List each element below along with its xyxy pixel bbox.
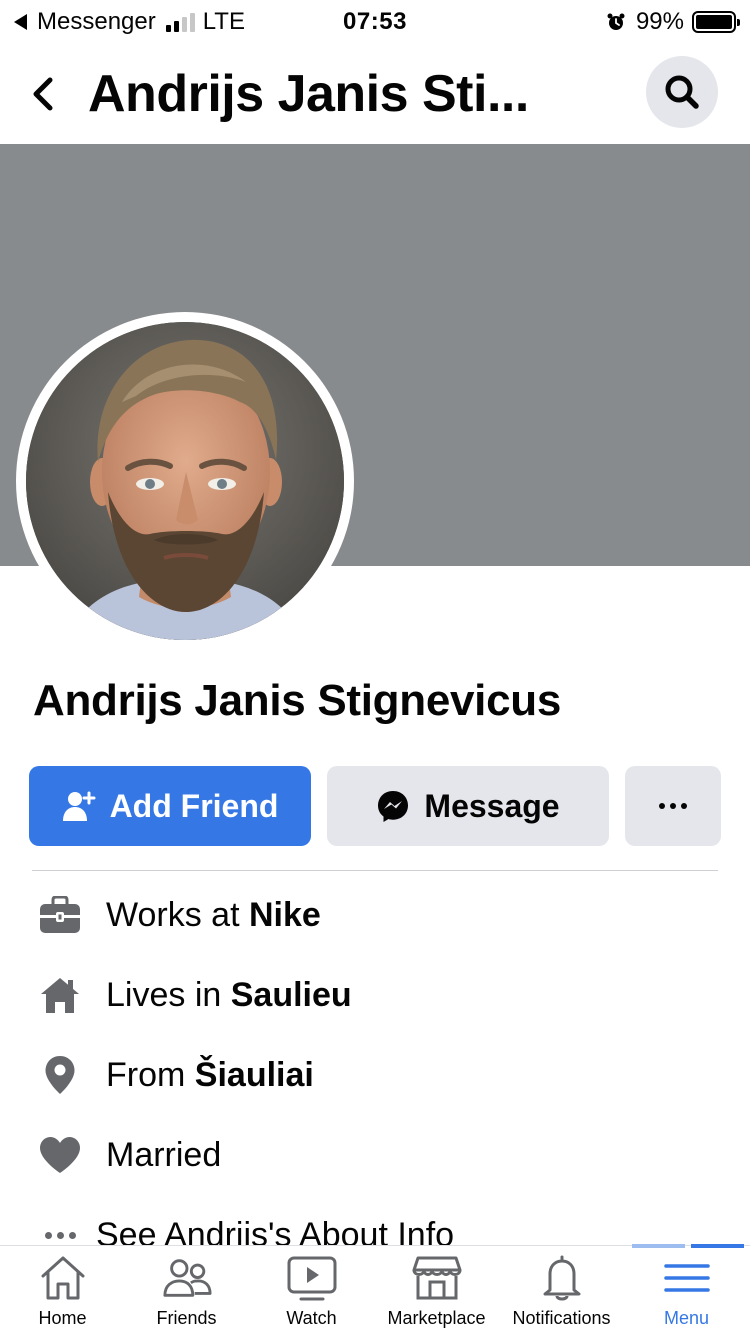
ellipsis-icon (659, 803, 687, 809)
tab-friends[interactable]: Friends (124, 1254, 249, 1334)
friends-icon (162, 1254, 212, 1302)
intro-text-lives: Lives in Saulieu (106, 975, 352, 1014)
status-bar: Messenger LTE 07:53 99% (0, 0, 750, 42)
bell-icon (537, 1254, 587, 1302)
more-options-button[interactable] (625, 766, 721, 846)
tab-notifications[interactable]: Notifications (499, 1254, 624, 1334)
tab-home[interactable]: Home (0, 1254, 125, 1334)
add-friend-icon (62, 791, 96, 821)
add-friend-label: Add Friend (109, 787, 279, 824)
tab-label-friends: Friends (156, 1308, 217, 1328)
message-label: Message (424, 787, 560, 824)
tab-marketplace[interactable]: Marketplace (374, 1254, 499, 1334)
bottom-tab-bar: Home Friends Watch Marketplace Notificat… (0, 1244, 750, 1334)
tab-label-menu: Menu (663, 1308, 710, 1328)
intro-item-work[interactable]: Works at Nike (0, 875, 750, 955)
active-tab-indicator (632, 1244, 744, 1248)
tab-label-notifications: Notifications (512, 1308, 611, 1328)
intro-item-relationship[interactable]: Married (0, 1115, 750, 1195)
battery-icon (692, 11, 740, 33)
intro-text-relationship: Married (106, 1135, 222, 1174)
tab-label-watch: Watch (286, 1308, 337, 1328)
search-icon (665, 75, 699, 109)
intro-item-from[interactable]: From Šiauliai (0, 1035, 750, 1115)
avatar (26, 322, 344, 640)
heart-icon (38, 1133, 82, 1177)
location-pin-icon (38, 1053, 82, 1097)
header-title: Andrijs Janis Sti... (88, 65, 529, 123)
tab-watch[interactable]: Watch (249, 1254, 374, 1334)
profile-picture[interactable] (16, 312, 354, 650)
search-button[interactable] (646, 56, 718, 128)
intro-item-lives[interactable]: Lives in Saulieu (0, 955, 750, 1035)
intro-text-from: From Šiauliai (106, 1055, 314, 1094)
profile-photo (26, 322, 344, 640)
status-bar-right: 99% (606, 8, 740, 36)
briefcase-icon (38, 893, 82, 937)
alarm-icon (607, 13, 625, 30)
menu-icon (662, 1254, 712, 1302)
divider (32, 870, 718, 871)
intro-text-work: Works at Nike (106, 895, 321, 934)
home-icon (38, 973, 82, 1017)
watch-icon (287, 1254, 337, 1302)
message-button[interactable]: Message (327, 766, 609, 846)
profile-name: Andrijs Janis Stignevicus (33, 676, 561, 725)
tab-menu[interactable]: Menu (624, 1254, 749, 1334)
profile-header: Andrijs Janis Sti... (0, 50, 750, 140)
tab-label-home: Home (38, 1308, 87, 1328)
profile-actions: Add Friend Message (29, 766, 721, 846)
tab-label-marketplace: Marketplace (387, 1308, 486, 1328)
battery-percent: 99% (635, 8, 684, 35)
add-friend-button[interactable]: Add Friend (29, 766, 311, 846)
messenger-icon (378, 791, 409, 822)
marketplace-icon (412, 1254, 462, 1302)
chevron-left-icon (33, 77, 53, 111)
back-button[interactable] (24, 72, 64, 116)
battery-fill (696, 15, 732, 29)
home-icon (38, 1254, 88, 1302)
